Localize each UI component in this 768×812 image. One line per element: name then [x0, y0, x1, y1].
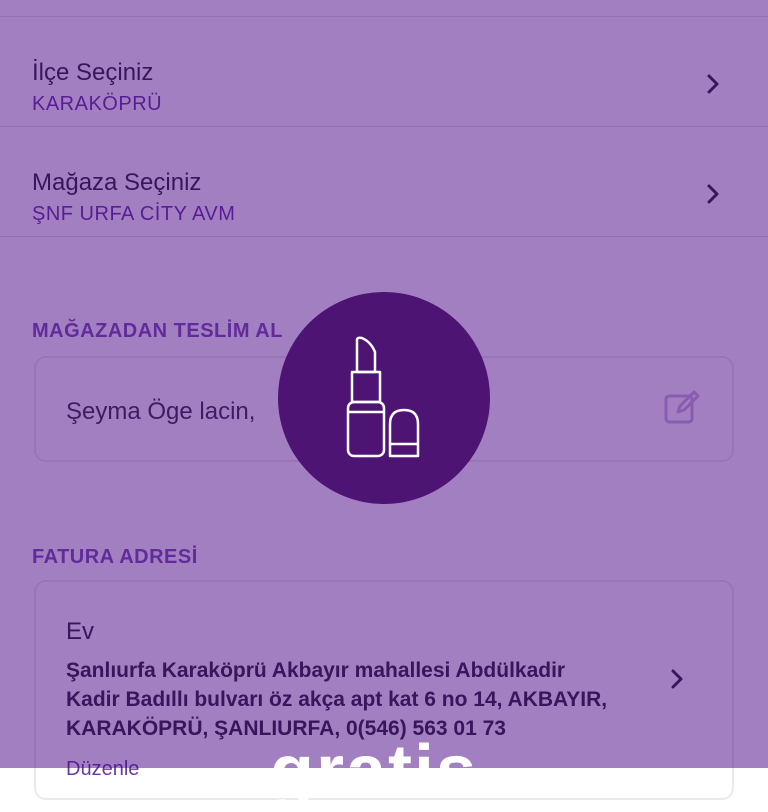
brand-watermark: gratis: [270, 731, 479, 811]
loading-spinner: [278, 292, 490, 504]
lipstick-icon: [346, 336, 420, 458]
